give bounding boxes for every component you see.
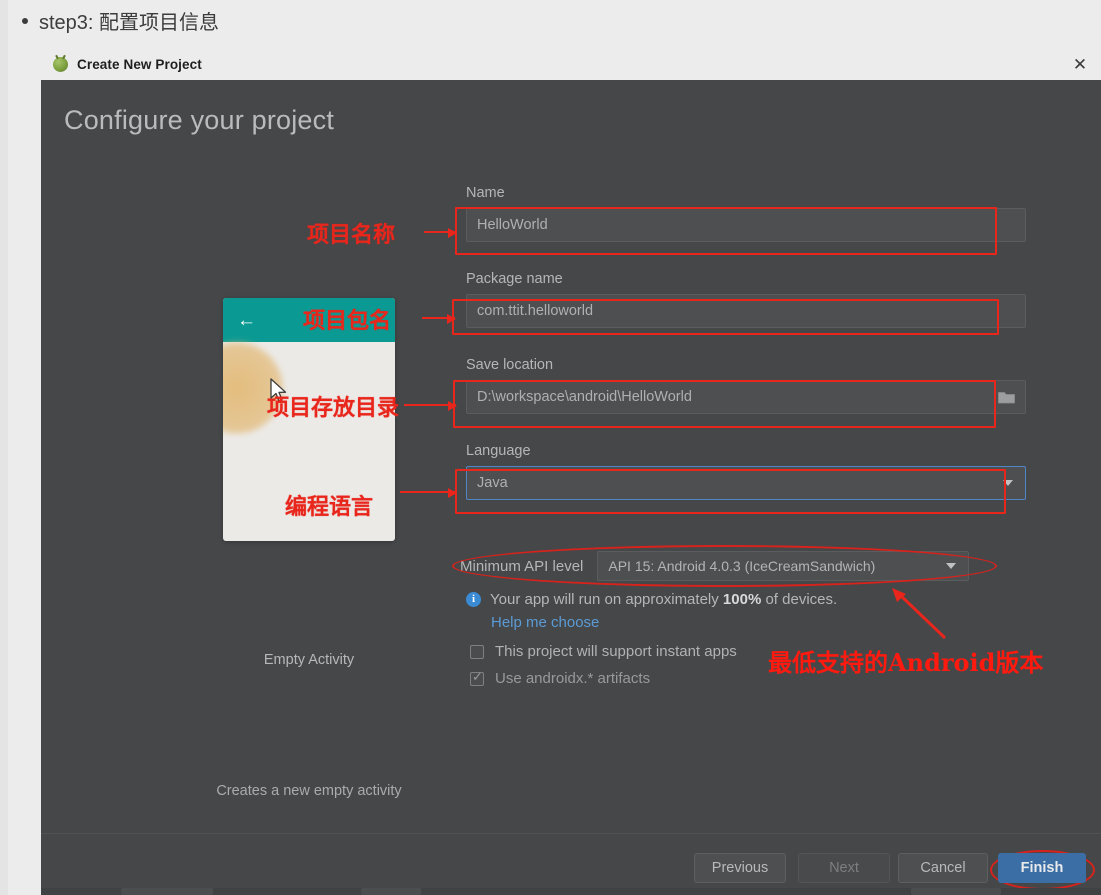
back-arrow-icon: ← — [237, 310, 256, 331]
footer-separator — [41, 833, 1101, 834]
language-label: Language — [466, 443, 531, 459]
devices-info-percent: 100% — [722, 591, 762, 608]
min-api-value: API 15: Android 4.0.3 (IceCreamSandwich) — [608, 558, 876, 574]
save-location-label: Save location — [466, 357, 554, 373]
save-location-value: D:\workspace\android\HelloWorld — [477, 389, 692, 405]
name-input[interactable]: HelloWorld — [466, 208, 1026, 242]
window-title: Create New Project — [77, 56, 202, 72]
previous-button[interactable]: Previous — [694, 853, 786, 883]
language-value: Java — [477, 475, 508, 491]
language-select[interactable]: Java — [466, 466, 1026, 500]
annotation-arrow-name — [424, 228, 457, 238]
android-studio-icon — [53, 56, 68, 72]
annotation-arrow-min-api — [892, 588, 947, 640]
cancel-button[interactable]: Cancel — [898, 853, 988, 883]
min-api-select[interactable]: API 15: Android 4.0.3 (IceCreamSandwich) — [597, 551, 970, 581]
field-name: Name HelloWorld — [466, 185, 1026, 242]
devices-info-suffix: of devices. — [761, 591, 838, 608]
document-bullet-line: step3: 配置项目信息 — [22, 6, 219, 35]
window-title-bar: Create New Project ✕ — [41, 48, 1101, 80]
annotation-arrow-language — [400, 488, 457, 498]
package-name-label: Package name — [466, 271, 563, 287]
annotation-language-cn: 编程语言 — [285, 494, 374, 520]
create-project-dialog: Configure your project ← Empty Activity … — [41, 80, 1101, 895]
devices-info-text: Your app will run on approximately 100% … — [490, 591, 837, 608]
instant-apps-label: This project will support instant apps — [495, 643, 737, 660]
annotation-location-cn: 项目存放目录 — [267, 395, 400, 421]
devices-info-row: i Your app will run on approximately 100… — [466, 591, 837, 608]
help-me-choose-link[interactable]: Help me choose — [491, 614, 599, 631]
annotation-package-cn: 项目包名 — [303, 308, 392, 334]
activity-preview-description: Creates a new empty activity — [216, 783, 402, 799]
annotation-arrow-location — [404, 401, 457, 411]
bullet-text: step3: 配置项目信息 — [39, 12, 220, 34]
field-save-location: Save location D:\workspace\android\Hello… — [466, 357, 1026, 414]
save-location-input[interactable]: D:\workspace\android\HelloWorld — [466, 380, 1026, 414]
package-name-input[interactable]: com.ttit.helloworld — [466, 294, 1026, 328]
min-api-label: Minimum API level — [460, 557, 584, 575]
name-label: Name — [466, 185, 505, 201]
screenshot-root: step3: 配置项目信息 Create New Project ✕ Confi… — [0, 0, 1101, 895]
androidx-checkbox[interactable] — [470, 670, 484, 686]
field-min-api-level: Minimum API level API 15: Android 4.0.3 … — [460, 551, 970, 581]
annotation-name-cn: 项目名称 — [307, 222, 396, 248]
close-icon[interactable]: ✕ — [1067, 51, 1093, 77]
annotation-min-api-cn: 最低支持的Android版本 — [768, 648, 1044, 677]
field-language: Language Java — [466, 443, 1026, 500]
field-package-name: Package name com.ttit.helloworld — [466, 271, 1026, 328]
bullet-dot-icon — [22, 17, 28, 24]
folder-icon[interactable] — [998, 390, 1015, 404]
dialog-heading: Configure your project — [64, 105, 335, 135]
instant-apps-checkbox[interactable] — [470, 644, 484, 659]
chevron-down-icon[interactable] — [1003, 480, 1013, 486]
instant-apps-checkbox-row[interactable]: This project will support instant apps — [470, 643, 737, 660]
next-button: Next — [798, 853, 890, 883]
activity-preview-label: Empty Activity — [263, 652, 355, 668]
annotation-arrow-package — [422, 314, 456, 324]
androidx-checkbox-row[interactable]: Use androidx.* artifacts — [470, 670, 650, 687]
document-left-margin — [0, 0, 8, 895]
chevron-down-icon[interactable] — [946, 563, 957, 569]
finish-button[interactable]: Finish — [998, 853, 1086, 883]
info-icon: i — [466, 592, 481, 607]
androidx-label: Use androidx.* artifacts — [495, 670, 651, 687]
devices-info-prefix: Your app will run on approximately — [490, 591, 723, 608]
bottom-cutoff-row — [41, 888, 1101, 895]
